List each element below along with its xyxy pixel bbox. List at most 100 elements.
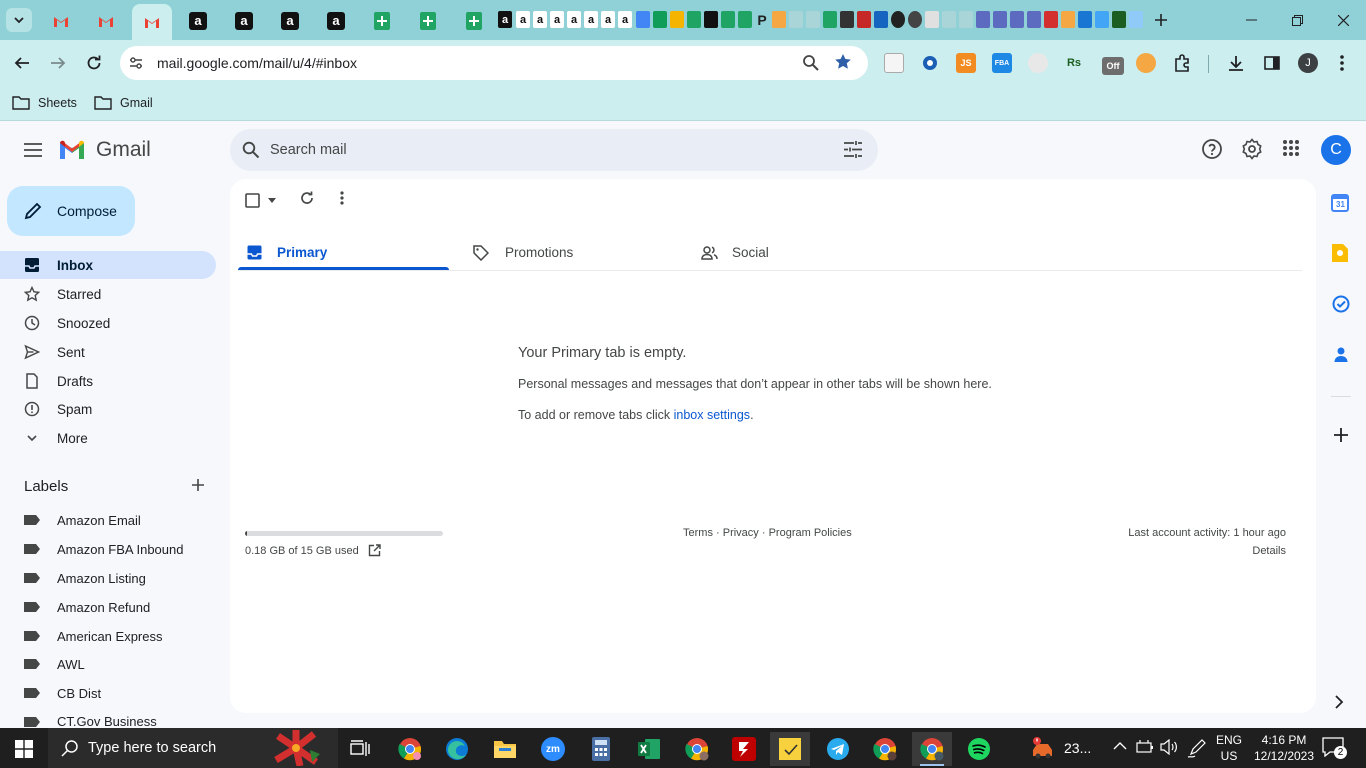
list-favicon-icon[interactable] — [1027, 11, 1041, 28]
restore-button[interactable] — [1274, 0, 1320, 40]
side-panel-icon[interactable] — [1262, 53, 1282, 73]
tab-search-button[interactable] — [6, 8, 32, 32]
label-item[interactable]: CT.Gov Business — [0, 708, 216, 728]
sheets-favicon-icon[interactable] — [738, 11, 752, 28]
battery-icon[interactable] — [1136, 740, 1154, 756]
calendar-app-button[interactable]: 31 — [1331, 194, 1351, 214]
nav-drafts[interactable]: Drafts — [0, 367, 216, 395]
extensions-puzzle-icon[interactable] — [1172, 53, 1192, 73]
search-icon[interactable] — [242, 141, 260, 159]
extension-js-icon[interactable]: JS — [956, 53, 976, 73]
extension-fba-icon[interactable]: FBA — [992, 53, 1012, 73]
privacy-link[interactable]: Privacy — [723, 527, 759, 539]
search-bar[interactable]: Search mail — [230, 129, 878, 171]
label-item[interactable]: AWL — [0, 650, 216, 678]
taskbar-edge[interactable] — [437, 732, 477, 766]
zoom-search-icon[interactable] — [802, 54, 822, 74]
label-item[interactable]: Amazon Listing — [0, 564, 216, 592]
drive-favicon-icon[interactable] — [670, 11, 684, 28]
reload-button[interactable] — [82, 51, 106, 75]
refresh-button[interactable] — [299, 190, 319, 210]
download-icon[interactable] — [1226, 53, 1246, 73]
amazon-favicon-icon[interactable]: a — [567, 11, 581, 28]
extension-icon[interactable] — [1136, 53, 1156, 73]
browser-tab-gmail-active[interactable] — [132, 4, 172, 40]
taskbar-spotify[interactable] — [959, 732, 999, 766]
nav-sent[interactable]: Sent — [0, 338, 216, 366]
app-favicon-icon[interactable] — [857, 11, 871, 28]
extension-off-icon[interactable]: Off — [1102, 57, 1124, 75]
bookmark-star-icon[interactable] — [834, 53, 854, 73]
back-button[interactable] — [10, 51, 34, 75]
terms-link[interactable]: Terms — [683, 527, 713, 539]
taskbar-calculator[interactable] — [581, 732, 621, 766]
amazon-favicon-icon[interactable]: a — [516, 11, 530, 28]
taskbar-chrome-1[interactable] — [390, 732, 430, 766]
label-item[interactable]: CB Dist — [0, 679, 216, 707]
nav-spam[interactable]: Spam — [0, 395, 216, 423]
app-favicon-icon[interactable] — [1095, 11, 1109, 28]
tab-primary[interactable]: Primary — [238, 233, 449, 271]
fedex-favicon-icon[interactable] — [789, 11, 803, 28]
contacts-app-button[interactable] — [1333, 346, 1349, 364]
weather-widget[interactable]: 23... — [1030, 736, 1091, 760]
taskbar-search-box[interactable]: Type here to search — [48, 728, 338, 768]
app-favicon-icon[interactable] — [891, 11, 905, 28]
browser-tab-amazon-1[interactable]: a — [179, 6, 217, 36]
app-favicon-icon[interactable] — [840, 11, 854, 28]
app-favicon-icon[interactable] — [806, 11, 820, 28]
keep-app-button[interactable] — [1332, 244, 1350, 264]
extension-rs-icon[interactable]: Rs — [1064, 53, 1084, 73]
minimize-button[interactable] — [1228, 0, 1274, 40]
browser-tab-gmail-1[interactable] — [42, 6, 80, 36]
taskbar-file-explorer[interactable] — [485, 732, 525, 766]
amazon-favicon-icon[interactable]: a — [584, 11, 598, 28]
bookmark-gmail[interactable]: Gmail — [94, 93, 153, 113]
task-view-button[interactable] — [340, 732, 380, 766]
nav-starred[interactable]: Starred — [0, 280, 216, 308]
drive-favicon-icon[interactable] — [636, 11, 650, 28]
inbox-settings-link[interactable]: inbox settings — [674, 408, 750, 422]
label-item[interactable]: Amazon FBA Inbound — [0, 535, 216, 563]
open-in-new-icon[interactable] — [368, 544, 381, 557]
drive-favicon-icon[interactable] — [653, 11, 667, 28]
get-addons-button[interactable] — [1333, 427, 1349, 443]
taskbar-sticky-notes[interactable] — [770, 732, 810, 766]
sysco-favicon-icon[interactable] — [1078, 11, 1092, 28]
show-hidden-icons-button[interactable] — [1113, 741, 1127, 755]
clock[interactable]: 4:16 PM 12/12/2023 — [1252, 732, 1316, 764]
app-favicon-icon[interactable] — [1061, 11, 1075, 28]
compose-button[interactable]: Compose — [7, 186, 135, 236]
amazon-favicon-icon[interactable]: a — [533, 11, 547, 28]
taskbar-telegram[interactable] — [818, 732, 858, 766]
bookmark-sheets[interactable]: Sheets — [12, 93, 77, 113]
more-actions-button[interactable] — [340, 191, 348, 209]
extension-icon[interactable] — [920, 53, 940, 73]
program-policies-link[interactable]: Program Policies — [769, 527, 852, 539]
amazon-favicon-icon[interactable]: a — [618, 11, 632, 28]
app-favicon-icon[interactable] — [1044, 11, 1058, 28]
account-avatar[interactable]: C — [1321, 135, 1351, 165]
activity-details-link[interactable]: Details — [1200, 545, 1286, 557]
show-side-panel-button[interactable] — [1334, 695, 1348, 711]
tasks-app-button[interactable] — [1332, 295, 1350, 313]
create-label-button[interactable] — [190, 477, 210, 497]
site-info-icon[interactable] — [126, 53, 146, 73]
taskbar-excel[interactable] — [629, 732, 669, 766]
volume-icon[interactable] — [1160, 739, 1178, 757]
app-favicon-icon[interactable] — [959, 11, 973, 28]
label-item[interactable]: Amazon Refund — [0, 593, 216, 621]
browser-tab-amazon-3[interactable]: a — [271, 6, 309, 36]
sheets-favicon-icon[interactable] — [687, 11, 701, 28]
settings-button[interactable] — [1241, 138, 1265, 162]
app-favicon-icon[interactable] — [942, 11, 956, 28]
amazon-favicon-icon[interactable]: a — [550, 11, 564, 28]
taskbar-filezilla[interactable] — [724, 732, 764, 766]
sheets-favicon-icon[interactable] — [721, 11, 735, 28]
taskbar-chrome-2[interactable] — [677, 732, 717, 766]
main-menu-button[interactable] — [20, 138, 46, 162]
apps-button[interactable] — [1282, 139, 1302, 159]
profile-avatar[interactable]: J — [1298, 53, 1318, 73]
extension-icon[interactable] — [884, 53, 904, 73]
new-tab-button[interactable] — [1148, 8, 1174, 32]
